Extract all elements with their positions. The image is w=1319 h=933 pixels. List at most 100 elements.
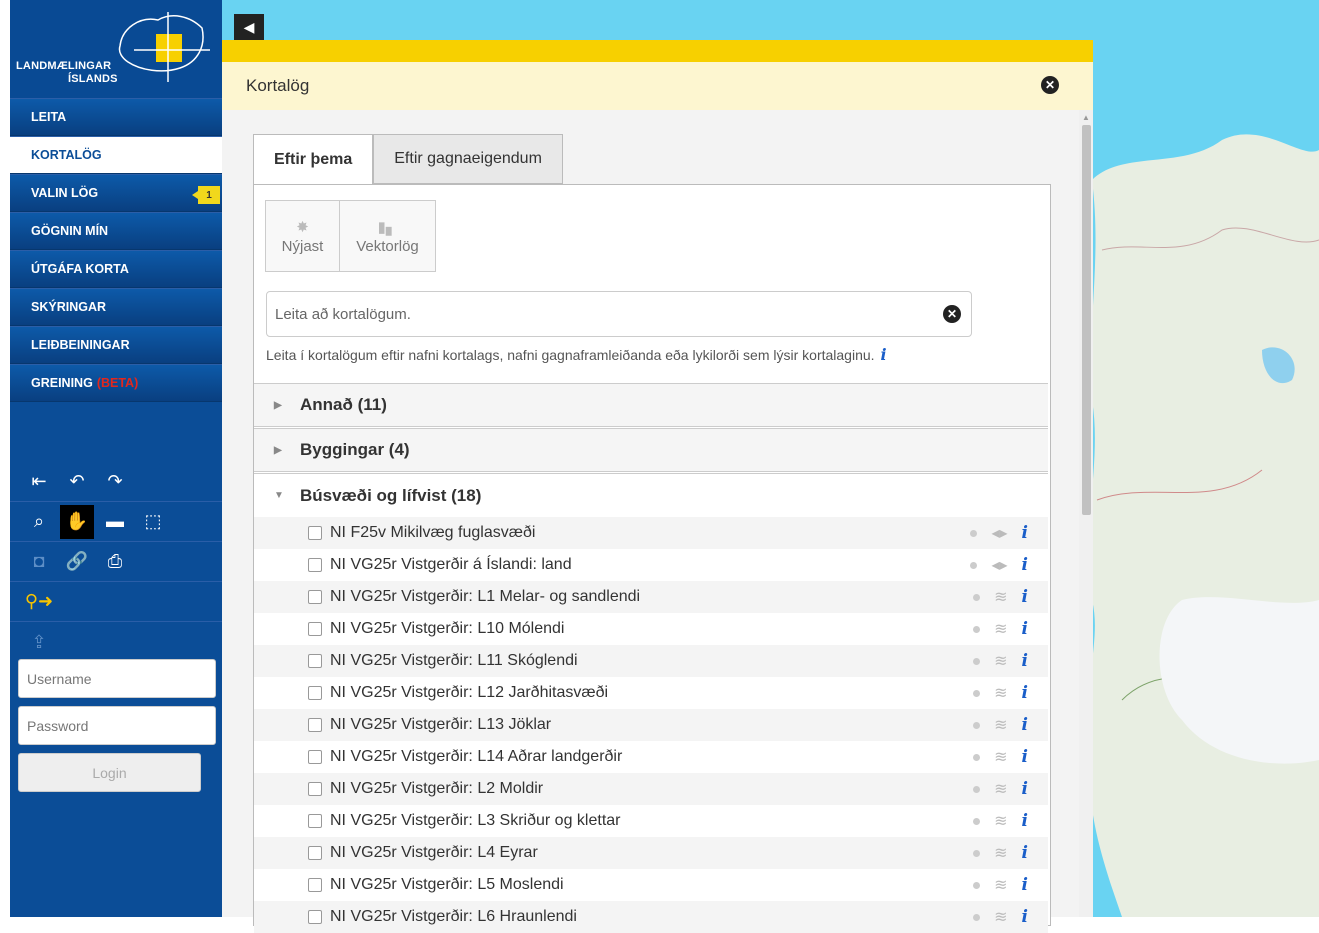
print-icon[interactable]: ⎙ <box>98 545 132 579</box>
vector-icon[interactable]: ◂▸ <box>991 555 1007 575</box>
layers-icon[interactable]: ≋ <box>994 843 1007 863</box>
select-area-icon[interactable]: ⬚ <box>136 505 170 539</box>
tab-eftir-thema[interactable]: Eftir þema <box>253 134 374 185</box>
tab-eftir-gagnaeigendum[interactable]: Eftir gagnaeigendum <box>373 134 563 184</box>
layer-checkbox[interactable] <box>308 686 322 700</box>
info-icon[interactable]: i <box>1022 747 1028 767</box>
layers-icon[interactable]: ≋ <box>994 683 1007 703</box>
info-icon[interactable]: i <box>1022 651 1028 671</box>
opacity-dot-icon[interactable] <box>973 849 981 857</box>
layer-checkbox[interactable] <box>308 878 322 892</box>
password-field[interactable] <box>18 706 216 745</box>
clear-search-icon[interactable]: ✕ <box>943 305 961 323</box>
layer-row[interactable]: NI VG25r Vistgerðir á Íslandi: land ◂▸ i <box>254 549 1048 581</box>
layer-row[interactable]: NI F25v Mikilvæg fuglasvæði ◂▸ i <box>254 517 1048 549</box>
nav-item-gognin-min[interactable]: GÖGNIN MÍN <box>10 212 222 250</box>
info-icon[interactable]: i <box>1022 811 1028 831</box>
layer-row[interactable]: NI VG25r Vistgerðir: L6 Hraunlendi ≋ i <box>254 901 1048 933</box>
info-icon[interactable]: i <box>1022 715 1028 735</box>
category-byggingar[interactable]: ▶ Byggingar (4) <box>254 428 1048 472</box>
layer-row[interactable]: NI VG25r Vistgerðir: L13 Jöklar ≋ i <box>254 709 1048 741</box>
layer-row[interactable]: NI VG25r Vistgerðir: L5 Moslendi ≋ i <box>254 869 1048 901</box>
opacity-dot-icon[interactable] <box>973 721 981 729</box>
info-icon[interactable]: i <box>881 345 887 364</box>
pan-hand-icon[interactable]: ✋ <box>60 504 94 539</box>
layers-icon[interactable]: ≋ <box>994 779 1007 799</box>
location-pin-icon[interactable]: ⚲➜ <box>22 585 56 619</box>
layer-checkbox[interactable] <box>308 846 322 860</box>
info-icon[interactable]: i <box>1022 555 1028 575</box>
camera-icon[interactable]: ◘ <box>22 545 56 579</box>
first-extent-icon[interactable]: ⇤ <box>22 465 56 499</box>
layer-checkbox[interactable] <box>308 718 322 732</box>
layer-row[interactable]: NI VG25r Vistgerðir: L3 Skriður og klett… <box>254 805 1048 837</box>
close-icon[interactable]: ✕ <box>1041 76 1059 94</box>
layer-row[interactable]: NI VG25r Vistgerðir: L10 Mólendi ≋ i <box>254 613 1048 645</box>
info-icon[interactable]: i <box>1022 907 1028 927</box>
info-icon[interactable]: i <box>1022 523 1028 543</box>
info-icon[interactable]: i <box>1022 683 1028 703</box>
layer-row[interactable]: NI VG25r Vistgerðir: L12 Jarðhitasvæði ≋ i <box>254 677 1048 709</box>
layer-checkbox[interactable] <box>308 526 322 540</box>
info-icon[interactable]: i <box>1022 779 1028 799</box>
layer-checkbox[interactable] <box>308 910 322 924</box>
nav-item-skyringar[interactable]: SKÝRINGAR <box>10 288 222 326</box>
layer-checkbox[interactable] <box>308 590 322 604</box>
layers-icon[interactable]: ≋ <box>994 715 1007 735</box>
layer-checkbox[interactable] <box>308 654 322 668</box>
layers-icon[interactable]: ≋ <box>994 619 1007 639</box>
opacity-dot-icon[interactable] <box>973 913 981 921</box>
scrollbar-thumb[interactable] <box>1082 125 1091 515</box>
opacity-dot-icon[interactable] <box>973 657 981 665</box>
undo-icon[interactable]: ↶ <box>60 465 94 499</box>
category-annad[interactable]: ▶ Annað (11) <box>254 383 1048 427</box>
layer-row[interactable]: NI VG25r Vistgerðir: L1 Melar- og sandle… <box>254 581 1048 613</box>
layers-icon[interactable]: ≋ <box>994 747 1007 767</box>
layer-checkbox[interactable] <box>308 750 322 764</box>
info-icon[interactable]: i <box>1022 619 1028 639</box>
nav-item-leidbeiningar[interactable]: LEIÐBEININGAR <box>10 326 222 364</box>
layer-search-input[interactable]: Leita að kortalögum. ✕ <box>266 291 972 337</box>
username-field[interactable] <box>18 659 216 698</box>
link-icon[interactable]: 🔗 <box>60 545 94 579</box>
layer-checkbox[interactable] <box>308 558 322 572</box>
layer-checkbox[interactable] <box>308 782 322 796</box>
opacity-dot-icon[interactable] <box>973 785 981 793</box>
nav-item-utgafa-korta[interactable]: ÚTGÁFA KORTA <box>10 250 222 288</box>
category-busvaedi[interactable]: ▼ Búsvæði og lífvist (18) <box>254 473 1048 517</box>
nav-item-kortalog[interactable]: KORTALÖG <box>10 136 222 174</box>
layers-icon[interactable]: ≋ <box>994 811 1007 831</box>
redo-icon[interactable]: ↷ <box>98 465 132 499</box>
layers-icon[interactable]: ≋ <box>994 875 1007 895</box>
layer-row[interactable]: NI VG25r Vistgerðir: L14 Aðrar landgerði… <box>254 741 1048 773</box>
scrollbar[interactable]: ▲ <box>1079 110 1093 917</box>
info-icon[interactable]: i <box>1022 843 1028 863</box>
nav-item-greining[interactable]: GREINING (BETA) <box>10 364 222 402</box>
nav-item-valin-log[interactable]: VALIN LÖG 1 <box>10 174 222 212</box>
layer-checkbox[interactable] <box>308 622 322 636</box>
opacity-dot-icon[interactable] <box>973 753 981 761</box>
measure-icon[interactable]: ▬ <box>98 505 132 539</box>
layer-row[interactable]: NI VG25r Vistgerðir: L4 Eyrar ≋ i <box>254 837 1048 869</box>
login-button[interactable]: Login <box>18 753 201 792</box>
nav-item-leita[interactable]: LEITA <box>10 98 222 136</box>
layers-icon[interactable]: ≋ <box>994 587 1007 607</box>
opacity-dot-icon[interactable] <box>973 817 981 825</box>
filter-nyjast-button[interactable]: ✸ Nýjast <box>266 201 339 271</box>
opacity-dot-icon[interactable] <box>970 561 978 569</box>
layer-row[interactable]: NI VG25r Vistgerðir: L11 Skóglendi ≋ i <box>254 645 1048 677</box>
opacity-dot-icon[interactable] <box>973 625 981 633</box>
layer-checkbox[interactable] <box>308 814 322 828</box>
opacity-dot-icon[interactable] <box>973 689 981 697</box>
opacity-dot-icon[interactable] <box>970 529 978 537</box>
vector-icon[interactable]: ◂▸ <box>991 523 1007 543</box>
logo[interactable]: LANDMÆLINGAR ÍSLANDS <box>10 0 222 98</box>
filter-vektorlog-button[interactable]: ▮▖ Vektorlög <box>339 201 435 271</box>
info-icon[interactable]: i <box>1022 875 1028 895</box>
info-icon[interactable]: i <box>1022 587 1028 607</box>
zoom-box-icon[interactable]: ⌕ <box>22 505 56 539</box>
layers-icon[interactable]: ≋ <box>994 651 1007 671</box>
scroll-up-icon[interactable]: ▲ <box>1082 113 1090 122</box>
opacity-dot-icon[interactable] <box>973 593 981 601</box>
upload-icon[interactable]: ⇪ <box>22 625 56 659</box>
